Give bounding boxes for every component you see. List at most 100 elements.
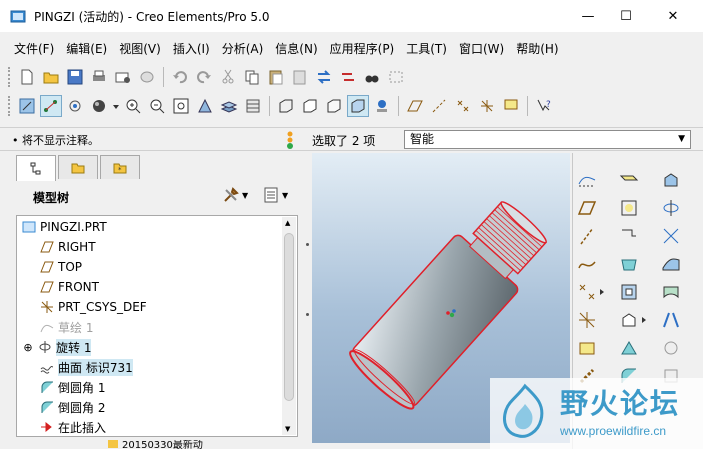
draft-tool-icon[interactable] bbox=[659, 309, 683, 331]
plane-tool-icon[interactable] bbox=[575, 197, 599, 219]
tree-node-right-plane[interactable]: RIGHT bbox=[39, 237, 96, 257]
datum-plane-tool-icon[interactable] bbox=[617, 169, 641, 191]
chevron-right-icon[interactable] bbox=[597, 281, 607, 303]
menu-applications[interactable]: 应用程序(P) bbox=[324, 40, 401, 57]
csys-tool-icon[interactable] bbox=[575, 309, 599, 331]
scrollbar-thumb[interactable] bbox=[284, 233, 294, 401]
curve-tool-icon[interactable] bbox=[575, 253, 599, 275]
menu-edit[interactable]: 编辑(E) bbox=[60, 40, 113, 57]
zoom-out-icon[interactable] bbox=[146, 95, 168, 117]
tree-node-round-2[interactable]: 倒圆角 2 bbox=[39, 397, 105, 417]
pane-splitter[interactable] bbox=[302, 153, 312, 443]
context-help-icon[interactable]: ? bbox=[533, 95, 555, 117]
appearance-dropdown-icon[interactable] bbox=[112, 95, 120, 117]
menu-analysis[interactable]: 分析(A) bbox=[216, 40, 270, 57]
menu-info[interactable]: 信息(N) bbox=[269, 40, 323, 57]
paste-special-icon[interactable] bbox=[289, 66, 311, 88]
tree-show-menu[interactable]: ▼ bbox=[262, 186, 288, 204]
no-hidden-icon[interactable] bbox=[323, 95, 345, 117]
taskbar-item[interactable]: 20150330最新动 bbox=[108, 440, 248, 449]
cut-icon[interactable] bbox=[217, 66, 239, 88]
rib-tool-icon[interactable] bbox=[617, 337, 641, 359]
tree-node-revolve[interactable]: ⊕ 旋转 1 bbox=[21, 337, 92, 357]
menu-view[interactable]: 视图(V) bbox=[113, 40, 167, 57]
layers-icon[interactable] bbox=[242, 95, 264, 117]
sweep-tool-icon[interactable] bbox=[617, 225, 641, 247]
boundary-blend-icon[interactable] bbox=[659, 253, 683, 275]
scroll-up-icon[interactable]: ▲ bbox=[285, 219, 290, 227]
tree-node-sketch[interactable]: 草绘 1 bbox=[39, 317, 93, 337]
print-icon[interactable] bbox=[88, 66, 110, 88]
shading-icon[interactable] bbox=[347, 95, 369, 117]
save-icon[interactable] bbox=[64, 66, 86, 88]
tab-folder-browser[interactable] bbox=[58, 155, 98, 179]
tab-model-tree[interactable] bbox=[16, 155, 56, 181]
variable-sweep-icon[interactable] bbox=[659, 225, 683, 247]
saved-views-icon[interactable] bbox=[218, 95, 240, 117]
datum-points-display-icon[interactable] bbox=[452, 95, 474, 117]
traffic-light-icon[interactable] bbox=[283, 130, 297, 150]
refit-icon[interactable] bbox=[170, 95, 192, 117]
open-folder-icon[interactable] bbox=[40, 66, 62, 88]
sketch-tool-icon[interactable] bbox=[575, 169, 599, 191]
menu-help[interactable]: 帮助(H) bbox=[510, 40, 564, 57]
zoom-in-icon[interactable] bbox=[122, 95, 144, 117]
close-button[interactable]: ✕ bbox=[650, 0, 696, 32]
expand-icon[interactable]: ⊕ bbox=[21, 341, 35, 354]
regenerate-icon[interactable] bbox=[313, 66, 335, 88]
chevron-right-icon[interactable] bbox=[639, 309, 649, 331]
fill-tool-icon[interactable] bbox=[659, 281, 683, 303]
copy-icon[interactable] bbox=[241, 66, 263, 88]
menu-insert[interactable]: 插入(I) bbox=[167, 40, 216, 57]
spin-center-icon[interactable] bbox=[40, 95, 62, 117]
datum-axes-display-icon[interactable] bbox=[428, 95, 450, 117]
csys-display-icon[interactable] bbox=[476, 95, 498, 117]
toolbar-grip[interactable] bbox=[8, 67, 11, 87]
maximize-button[interactable]: ☐ bbox=[603, 0, 649, 32]
enhanced-realism-icon[interactable] bbox=[371, 95, 393, 117]
menu-window[interactable]: 窗口(W) bbox=[453, 40, 510, 57]
analysis-tool-icon[interactable] bbox=[575, 337, 599, 359]
selection-filter-dropdown[interactable]: 智能 ▼ bbox=[404, 130, 691, 149]
hidden-line-icon[interactable] bbox=[299, 95, 321, 117]
datum-point-tool-icon[interactable] bbox=[575, 281, 599, 303]
extrude-tool-icon[interactable] bbox=[659, 169, 683, 191]
menu-tools[interactable]: 工具(T) bbox=[400, 40, 453, 57]
tree-node-top-plane[interactable]: TOP bbox=[39, 257, 82, 277]
tree-node-round-1[interactable]: 倒圆角 1 bbox=[39, 377, 105, 397]
tree-node-part[interactable]: PINGZI.PRT bbox=[21, 217, 107, 237]
tree-scrollbar[interactable]: ▲ ▼ bbox=[282, 217, 296, 435]
select-box-icon[interactable] bbox=[385, 66, 407, 88]
email-icon[interactable] bbox=[112, 66, 134, 88]
revolve-tool-icon[interactable] bbox=[659, 197, 683, 219]
find-icon[interactable] bbox=[361, 66, 383, 88]
shell-tool-icon[interactable] bbox=[617, 309, 641, 331]
tree-node-front-plane[interactable]: FRONT bbox=[39, 277, 99, 297]
annotation-display-icon[interactable] bbox=[500, 95, 522, 117]
merge-tool-icon[interactable] bbox=[659, 337, 683, 359]
tree-settings-menu[interactable]: ▼ bbox=[222, 186, 248, 204]
toolbar-grip[interactable] bbox=[8, 96, 11, 116]
repaint-icon[interactable] bbox=[16, 95, 38, 117]
email-link-icon[interactable] bbox=[136, 66, 158, 88]
menu-file[interactable]: 文件(F) bbox=[8, 40, 60, 57]
blend-tool-icon[interactable] bbox=[617, 253, 641, 275]
regen-manager-icon[interactable] bbox=[337, 66, 359, 88]
new-file-icon[interactable] bbox=[16, 66, 38, 88]
appearance-sphere-icon[interactable] bbox=[88, 95, 110, 117]
orient-mode-icon[interactable] bbox=[64, 95, 86, 117]
reorient-icon[interactable] bbox=[194, 95, 216, 117]
wireframe-icon[interactable] bbox=[275, 95, 297, 117]
axis-tool-icon[interactable] bbox=[575, 225, 599, 247]
sketch-datum-icon[interactable] bbox=[617, 197, 641, 219]
tree-node-csys[interactable]: PRT_CSYS_DEF bbox=[39, 297, 147, 317]
undo-icon[interactable] bbox=[169, 66, 191, 88]
datum-planes-display-icon[interactable] bbox=[404, 95, 426, 117]
redo-icon[interactable] bbox=[193, 66, 215, 88]
tree-node-insert-here[interactable]: 在此插入 bbox=[39, 417, 106, 437]
tab-favorites[interactable]: * bbox=[100, 155, 140, 179]
tree-node-surface[interactable]: 曲面 标识731 bbox=[39, 357, 133, 377]
paste-icon[interactable] bbox=[265, 66, 287, 88]
hole-tool-icon[interactable] bbox=[617, 281, 641, 303]
scroll-down-icon[interactable]: ▼ bbox=[285, 425, 290, 433]
